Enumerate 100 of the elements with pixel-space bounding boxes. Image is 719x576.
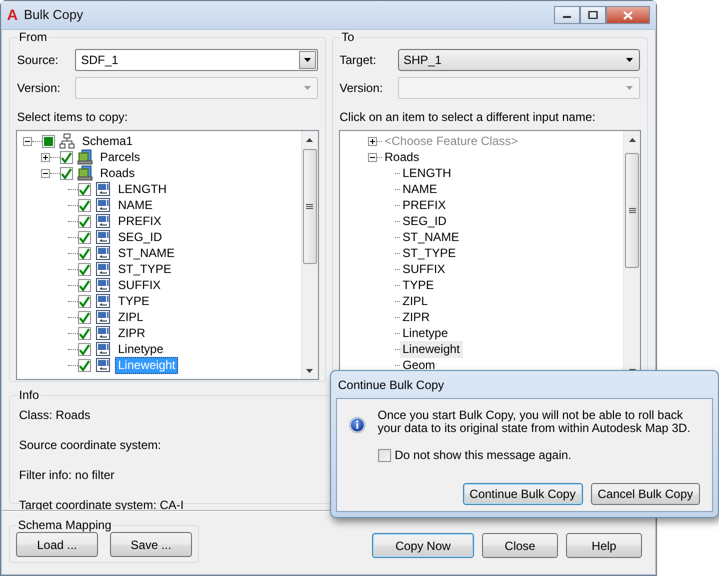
tree-item[interactable]: SEG_ID [115, 228, 166, 246]
scrollbar[interactable] [300, 131, 318, 379]
field-icon [95, 357, 111, 373]
tree-item[interactable]: PREFIX [400, 196, 449, 214]
tree-checkbox[interactable] [78, 310, 91, 324]
tree-item[interactable]: ZIPL [115, 308, 146, 326]
source-dropdown[interactable]: SHP_1 [398, 49, 640, 71]
close-icon [623, 10, 633, 20]
tree-checkbox[interactable] [78, 294, 91, 308]
tree-item[interactable]: Roads [382, 148, 422, 166]
tree-item[interactable]: Roads [97, 164, 138, 182]
tree-item[interactable]: NAME [115, 196, 156, 214]
tree-item[interactable]: TYPE [400, 276, 437, 294]
source-dropdown[interactable]: SDF_1 [75, 49, 318, 71]
tree-item[interactable]: Lineweight [400, 340, 463, 358]
field-label: Target: [340, 52, 378, 69]
tree-item[interactable]: SUFFIX [400, 260, 448, 278]
info-text: Source coordinate system: [19, 437, 162, 454]
tree-item[interactable]: Schema1 [79, 132, 136, 150]
group-title: Schema Mapping [17, 518, 112, 532]
tree-item[interactable]: ZIPR [400, 308, 433, 326]
feature-class-icon [77, 149, 93, 165]
tree-item[interactable]: LENGTH [400, 164, 454, 182]
minimize-button[interactable] [554, 6, 580, 24]
field-icon [95, 277, 111, 293]
scroll-up-icon [628, 138, 636, 142]
dialog-button[interactable]: Continue Bulk Copy [462, 483, 583, 505]
expand-toggle-icon[interactable] [41, 168, 50, 178]
field-icon [95, 293, 111, 309]
tree-item[interactable]: Linetype [400, 324, 451, 342]
field-label: Source: [17, 52, 60, 69]
maximize-icon [588, 11, 598, 19]
feature-class-icon [77, 165, 93, 181]
checkbox[interactable] [378, 448, 391, 462]
tree-checkbox[interactable] [78, 326, 91, 340]
tree-checkbox[interactable] [78, 214, 91, 228]
tree-item[interactable]: LENGTH [115, 180, 170, 198]
tree-item[interactable]: Linetype [115, 340, 166, 358]
tree-item[interactable]: Geom [400, 356, 438, 374]
tree-caption: Select items to copy: [17, 109, 129, 126]
dialog-button[interactable]: Help [566, 533, 642, 558]
tree-checkbox[interactable] [78, 182, 91, 196]
app-logo: A [7, 8, 18, 22]
tree-item[interactable]: ST_NAME [115, 244, 178, 262]
tree-checkbox[interactable] [42, 134, 55, 148]
expand-toggle-icon[interactable] [23, 136, 32, 146]
expand-toggle-icon[interactable] [41, 152, 50, 162]
field-icon [95, 197, 111, 213]
tree-item[interactable]: ZIPL [400, 292, 431, 310]
tree-item[interactable]: Parcels [97, 148, 144, 166]
tree-item[interactable]: ST_TYPE [400, 244, 459, 262]
dropdown-arrow-icon [302, 57, 312, 63]
tree-checkbox[interactable] [78, 230, 91, 244]
tree-checkbox[interactable] [78, 358, 91, 372]
tree-checkbox[interactable] [60, 166, 73, 180]
tree-checkbox[interactable] [78, 342, 91, 356]
tree-item[interactable]: SUFFIX [115, 276, 164, 294]
field-icon [95, 229, 111, 245]
field-icon [95, 325, 111, 341]
tree-item[interactable]: ZIPR [115, 324, 148, 342]
hierarchy-icon [59, 133, 75, 149]
tree-checkbox[interactable] [78, 262, 91, 276]
info-text: Class: Roads [19, 407, 90, 424]
dialog-button[interactable]: Cancel Bulk Copy [590, 483, 700, 505]
field-icon [95, 181, 111, 197]
dialog-button[interactable]: Copy Now [372, 533, 474, 558]
checkbox-label: Do not show this message again. [394, 447, 572, 464]
field-icon [95, 245, 111, 261]
message-text: Once you start Bulk Copy, you will not be able to roll back your data to its original state from within Autodesk Map 3D. [378, 409, 692, 435]
field-icon [95, 261, 111, 277]
tree-checkbox[interactable] [60, 150, 73, 164]
tree-item[interactable]: TYPE [115, 292, 152, 310]
field-icon [95, 213, 111, 229]
tree-checkbox[interactable] [78, 198, 91, 212]
maximize-button[interactable] [580, 6, 606, 24]
scrollbar-thumb[interactable] [625, 153, 639, 268]
scroll-up-icon [306, 138, 313, 142]
group-title: Info [18, 388, 40, 402]
tree-item[interactable]: PREFIX [115, 212, 164, 230]
tree-item[interactable]: NAME [400, 180, 440, 198]
expand-toggle-icon[interactable] [368, 152, 376, 162]
dialog-title: Continue Bulk Copy [337, 376, 446, 394]
info-text: Filter info: no filter [19, 467, 114, 484]
field-label: Version: [340, 80, 384, 97]
dialog-button[interactable]: Close [482, 533, 558, 558]
group-title: From [18, 30, 48, 44]
tree-caption: Click on an item to select a different input name: [340, 109, 596, 126]
tree-item[interactable]: SEG_ID [400, 212, 450, 230]
window-title: Bulk Copy [24, 6, 84, 24]
field-icon [95, 309, 111, 325]
info-text: Target coordinate system: CA-I [19, 497, 184, 514]
close-button[interactable] [606, 6, 650, 24]
tree-checkbox[interactable] [78, 246, 91, 260]
mapping-button[interactable]: Save ... [110, 532, 192, 557]
tree-checkbox[interactable] [78, 278, 91, 292]
mapping-button[interactable]: Load ... [16, 532, 98, 557]
tree-item[interactable]: ST_NAME [400, 228, 462, 246]
scrollbar-thumb[interactable] [302, 149, 316, 264]
dropdown-arrow-icon [302, 85, 312, 91]
tree-item[interactable]: ST_TYPE [115, 260, 174, 278]
